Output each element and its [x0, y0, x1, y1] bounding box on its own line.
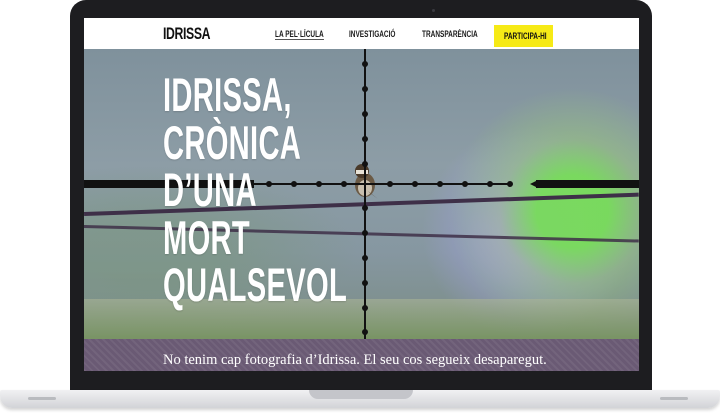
participa-hi-button[interactable]: PARTICIPA-HI — [494, 25, 553, 47]
nav-link-investigacio[interactable]: INVESTIGACIÓ — [349, 29, 395, 39]
crosshair-dot — [462, 181, 468, 187]
crosshair-dot — [362, 255, 368, 261]
crosshair-dot — [437, 181, 443, 187]
hero-title: IDRISSA, CRÒNICA D’UNA MORT QUALSEVOL — [163, 68, 348, 311]
camera-dot — [432, 9, 435, 12]
website-screen: IDRISSA LA PEL·LÍCULA INVESTIGACIÓ TRANS… — [84, 18, 639, 371]
crosshair-dot — [362, 61, 368, 67]
laptop-foot-left — [28, 397, 56, 400]
crosshair-dot — [412, 181, 418, 187]
crosshair-right-bar — [536, 180, 639, 188]
crosshair-dot — [387, 181, 393, 187]
nav-link-la-pellicula[interactable]: LA PEL·LÍCULA — [275, 29, 324, 40]
crosshair-dot — [362, 111, 368, 117]
laptop-foot-right — [660, 397, 688, 400]
caption-text: No tenim cap fotografia d’Idrissa. El se… — [163, 352, 547, 368]
top-navbar: IDRISSA LA PEL·LÍCULA INVESTIGACIÓ TRANS… — [84, 18, 639, 49]
crosshair-dot — [362, 280, 368, 286]
crosshair-vertical-line — [364, 49, 366, 339]
crosshair-dot — [362, 329, 368, 335]
crosshair-dot — [362, 205, 368, 211]
caption-bar: No tenim cap fotografia d’Idrissa. El se… — [84, 339, 639, 371]
crosshair-dot — [487, 181, 493, 187]
nav-link-transparencia[interactable]: TRANSPARÈNCIA — [422, 29, 478, 39]
crosshair-dot — [507, 181, 513, 187]
laptop-base-notch — [309, 390, 413, 399]
hero-section: IDRISSA, CRÒNICA D’UNA MORT QUALSEVOL — [84, 49, 639, 339]
crosshair-right-tip — [530, 180, 538, 188]
crosshair-dot — [362, 86, 368, 92]
crosshair-dot — [362, 136, 368, 142]
crosshair-dot — [362, 305, 368, 311]
crosshair-dot — [362, 161, 368, 167]
site-logo[interactable]: IDRISSA — [163, 24, 211, 44]
participa-hi-label: PARTICIPA-HI — [504, 31, 547, 41]
crosshair-dot — [362, 230, 368, 236]
